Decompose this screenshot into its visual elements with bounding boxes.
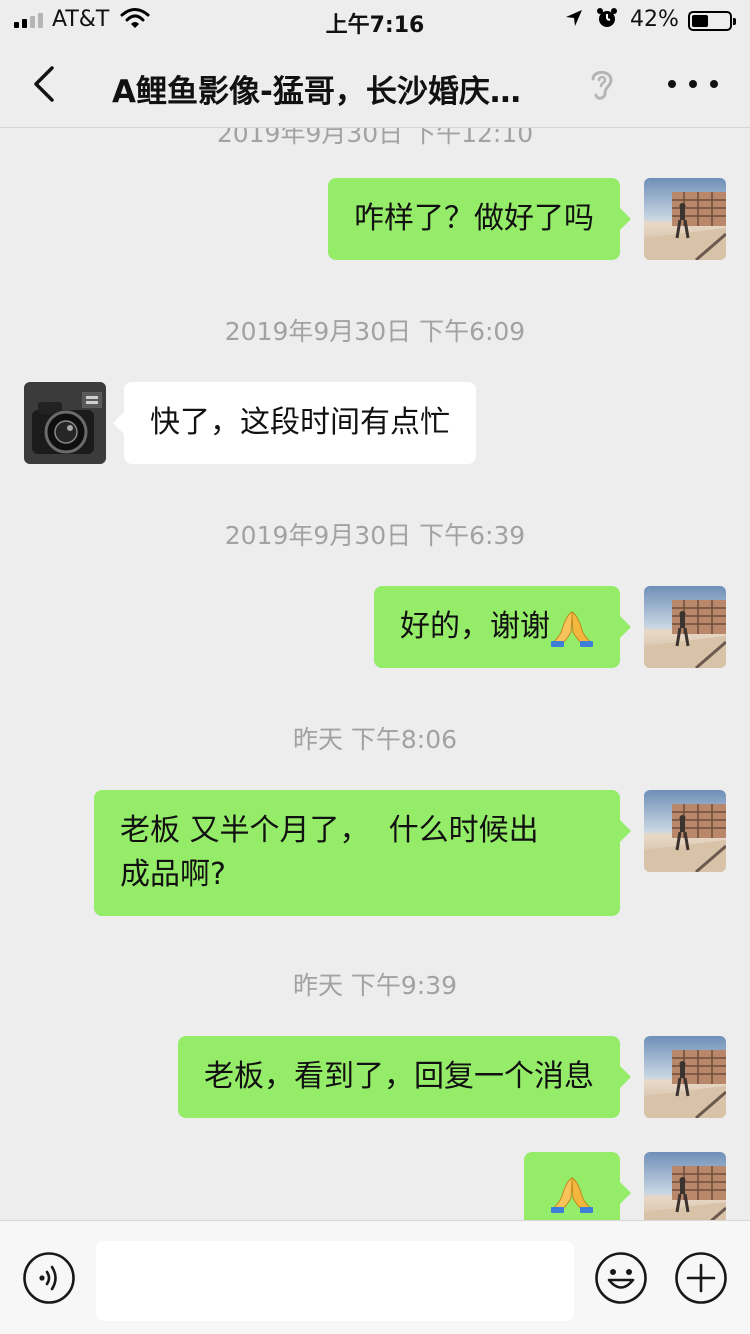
timestamp: 昨天 下午9:39 xyxy=(292,971,458,1000)
my-avatar[interactable] xyxy=(644,1036,726,1118)
back-button[interactable] xyxy=(28,64,64,104)
message-input[interactable] xyxy=(96,1241,574,1321)
timestamp-partial: 2019年9月30日 下午12:10 xyxy=(216,128,534,148)
my-avatar[interactable] xyxy=(644,790,726,872)
chat-title: A鲤鱼影像-猛哥，长沙婚庆… xyxy=(112,74,521,110)
message-bubble-me[interactable]: 老板，看到了，回复一个消息 xyxy=(178,1036,631,1118)
message-bubble-me[interactable]: 咋样了？做好了吗 xyxy=(328,178,631,260)
status-bar: AT&T 上午7:16 42% xyxy=(0,0,750,40)
more-functions-button[interactable] xyxy=(674,1251,728,1305)
chevron-left-icon xyxy=(34,66,54,102)
battery-icon xyxy=(688,11,736,31)
my-avatar[interactable] xyxy=(644,1152,726,1220)
emoji-button[interactable] xyxy=(594,1251,648,1305)
voice-icon xyxy=(23,1252,75,1304)
timestamp: 2019年9月30日 下午6:39 xyxy=(224,521,526,550)
message-bubble-me[interactable]: 好的，谢谢 xyxy=(374,586,631,668)
more-options-button[interactable] xyxy=(668,70,718,98)
battery-percent: 42% xyxy=(630,7,679,32)
folded-hands-emoji xyxy=(550,608,594,648)
message-text-line: 成品啊? xyxy=(120,857,226,892)
message-text-line: 老板 又半个月了， 什么时候出 xyxy=(120,813,539,848)
plus-icon xyxy=(675,1252,727,1304)
alarm-clock-icon xyxy=(596,7,618,35)
folded-hands-emoji xyxy=(550,1174,594,1214)
location-arrow-icon xyxy=(564,8,584,34)
ear-icon xyxy=(588,66,616,102)
emoji-icon xyxy=(595,1252,647,1304)
message-bubble-contact[interactable]: 快了，这段时间有点忙 xyxy=(113,382,476,464)
chat-header: A鲤鱼影像-猛哥，长沙婚庆… xyxy=(0,40,750,128)
my-avatar[interactable] xyxy=(644,586,726,668)
message-bubble-me[interactable]: 老板 又半个月了， 什么时候出 成品啊? xyxy=(94,790,631,916)
my-avatar[interactable] xyxy=(644,178,726,260)
voice-input-button[interactable] xyxy=(22,1251,76,1305)
message-list[interactable]: 2019年9月30日 下午12:10 咋样了？做好了吗 2019年9月30日 下… xyxy=(0,128,750,1220)
message-bubble-me[interactable] xyxy=(524,1152,631,1220)
contact-avatar[interactable] xyxy=(24,382,106,464)
timestamp: 2019年9月30日 下午6:09 xyxy=(224,317,526,346)
message-text: 好的，谢谢 xyxy=(400,609,550,644)
input-bar xyxy=(0,1220,750,1334)
timestamp: 昨天 下午8:06 xyxy=(292,725,458,754)
